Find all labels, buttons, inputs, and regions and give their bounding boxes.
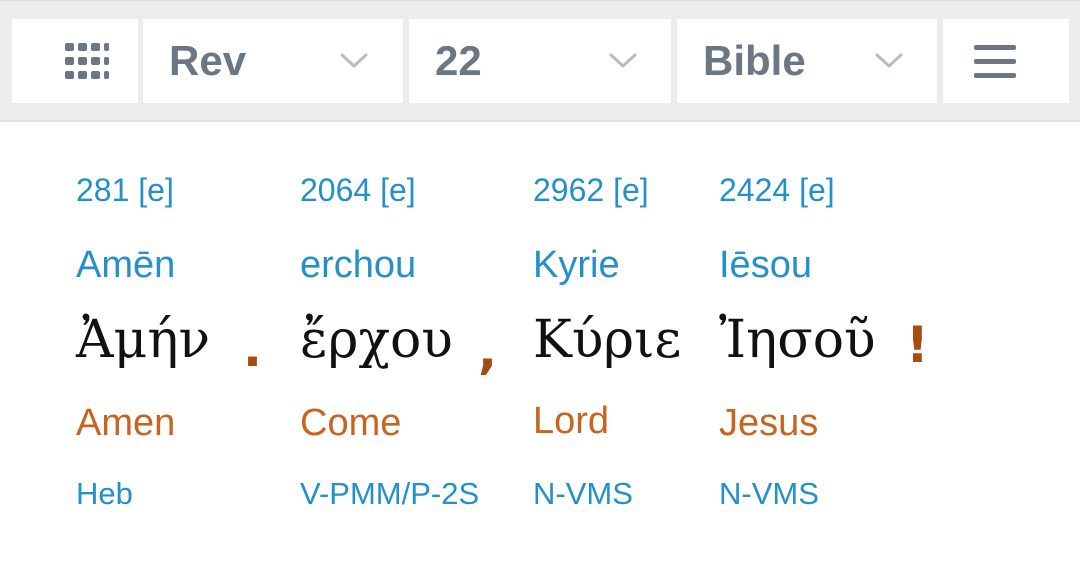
strongs-number-link[interactable]: 2962 [e]: [533, 172, 649, 209]
punctuation-mark: ,: [478, 322, 497, 380]
apps-button[interactable]: [12, 19, 138, 103]
version-select-value: Bible: [703, 37, 806, 84]
strongs-number-link[interactable]: 281 [e]: [76, 172, 174, 209]
strongs-number-link[interactable]: 2424 [e]: [719, 172, 835, 209]
chevron-down-icon: [609, 53, 637, 68]
greek-word: Ἀμήν: [76, 310, 211, 370]
apps-grid-icon: [65, 43, 109, 79]
book-select[interactable]: Rev: [143, 19, 403, 103]
greek-word: Ἰησοῦ: [719, 310, 876, 370]
transliteration-link[interactable]: Amēn: [76, 244, 175, 287]
transliteration-link[interactable]: Iēsou: [719, 244, 812, 287]
english-gloss: Come: [300, 402, 402, 444]
parsing-link[interactable]: Heb: [76, 476, 133, 512]
parsing-link[interactable]: V-PMM/P-2S: [300, 476, 479, 512]
strongs-number-link[interactable]: 2064 [e]: [300, 172, 416, 209]
english-gloss: Lord: [533, 400, 610, 442]
greek-word: Κύριε: [533, 310, 682, 370]
greek-word: ἔρχου: [300, 310, 453, 370]
toolbar: Rev 22 Bible: [0, 0, 1080, 122]
punctuation-mark: !: [906, 316, 929, 374]
english-gloss: Amen: [76, 402, 176, 444]
chapter-select[interactable]: 22: [409, 19, 671, 103]
punctuation-mark: .: [243, 320, 262, 378]
transliteration-link[interactable]: Kyrie: [533, 244, 620, 287]
chevron-down-icon: [875, 53, 903, 68]
transliteration-link[interactable]: erchou: [300, 244, 416, 287]
english-gloss: Jesus: [719, 402, 819, 444]
parsing-link[interactable]: N-VMS: [719, 476, 819, 512]
chapter-select-value: 22: [435, 37, 482, 84]
version-select[interactable]: Bible: [677, 19, 937, 103]
hamburger-menu-icon: [974, 45, 1016, 78]
chevron-down-icon: [340, 53, 368, 68]
book-select-value: Rev: [169, 37, 247, 84]
menu-button[interactable]: [943, 19, 1069, 103]
parsing-link[interactable]: N-VMS: [533, 476, 633, 512]
